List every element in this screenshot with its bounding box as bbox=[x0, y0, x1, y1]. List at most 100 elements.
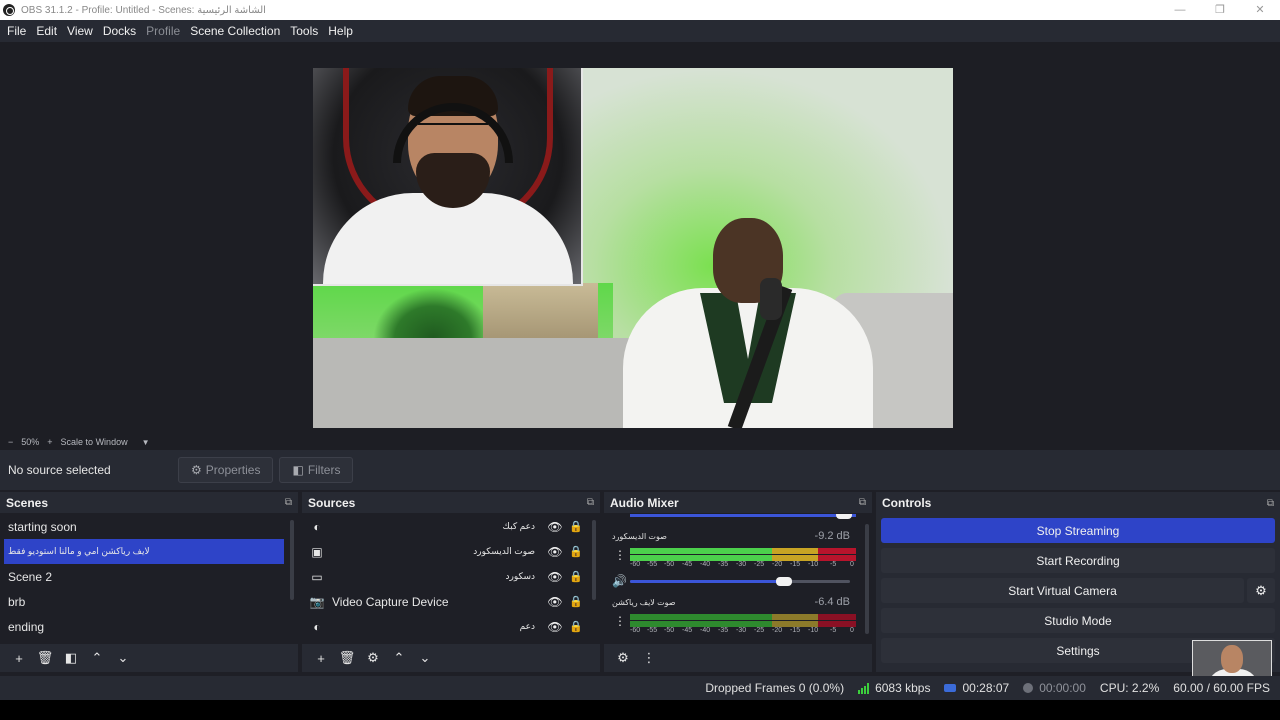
tick-label: 0 bbox=[850, 627, 854, 634]
channel-menu-icon[interactable]: ⋮ bbox=[614, 614, 626, 628]
undock-icon[interactable]: ⧉ bbox=[285, 497, 292, 508]
source-item[interactable]: 📷 Video Capture Device 👁 🔒 bbox=[302, 589, 587, 614]
close-button[interactable]: ✕ bbox=[1240, 0, 1280, 20]
lock-icon[interactable]: 🔒 bbox=[565, 595, 587, 608]
scale-mode-dropdown-icon[interactable]: ▼ bbox=[142, 438, 150, 447]
scenes-title: Scenes bbox=[6, 495, 49, 510]
record-time-item: 00:00:00 bbox=[1023, 681, 1086, 695]
source-properties-bar: No source selected ⚙ Properties ◧ Filter… bbox=[0, 450, 1280, 490]
prev-channel-slider[interactable] bbox=[630, 514, 856, 517]
remove-source-button[interactable]: 🗑 bbox=[334, 650, 360, 666]
remove-scene-button[interactable]: 🗑 bbox=[32, 650, 58, 666]
stop-streaming-button[interactable]: Stop Streaming bbox=[881, 518, 1275, 543]
tick-label: 0 bbox=[850, 561, 854, 568]
source-item[interactable]: ▭ دسكورد 👁 🔒 bbox=[302, 564, 587, 589]
scenes-list: starting soon لايف رياكشن امي و مالنا اس… bbox=[0, 514, 298, 644]
source-item[interactable]: ◐ دعم 👁 🔒 bbox=[302, 614, 587, 639]
visibility-eye-icon[interactable]: 👁 bbox=[545, 570, 565, 584]
studio-mode-button[interactable]: Studio Mode bbox=[881, 608, 1275, 633]
source-item[interactable]: ▣ صوت الديسكورد 👁 🔒 bbox=[302, 539, 587, 564]
zoom-out-button[interactable]: − bbox=[8, 437, 13, 447]
scale-mode-label[interactable]: Scale to Window bbox=[61, 437, 128, 447]
menu-help[interactable]: Help bbox=[323, 24, 358, 38]
meter-red bbox=[818, 548, 856, 554]
move-source-up-button[interactable]: ⌃ bbox=[386, 650, 412, 666]
properties-button[interactable]: ⚙ Properties bbox=[178, 457, 274, 483]
menu-file[interactable]: File bbox=[2, 24, 31, 38]
preview-canvas[interactable] bbox=[313, 68, 953, 428]
move-scene-down-button[interactable]: ⌄ bbox=[110, 650, 136, 666]
start-virtual-camera-button[interactable]: Start Virtual Camera bbox=[881, 578, 1244, 603]
scene-item-active[interactable]: لايف رياكشن امي و مالنا استوديو فقط bbox=[4, 539, 284, 564]
add-source-button[interactable]: + bbox=[308, 651, 334, 666]
tick-label: -5 bbox=[830, 561, 837, 568]
level-meter bbox=[630, 548, 856, 554]
visibility-eye-icon[interactable]: 👁 bbox=[545, 595, 565, 609]
channel-name: صوت لايف رياكشن bbox=[612, 598, 676, 607]
tick-label: -45 bbox=[682, 627, 693, 634]
gear-icon: ⚙ bbox=[191, 463, 202, 477]
scenes-toolbar: + 🗑 ◧ ⌃ ⌄ bbox=[0, 644, 298, 672]
channel-db: -6.4 dB bbox=[814, 596, 850, 608]
preview-area[interactable] bbox=[0, 42, 1280, 434]
maximize-button[interactable]: ❐ bbox=[1200, 0, 1240, 20]
lock-icon[interactable]: 🔒 bbox=[565, 570, 587, 583]
lock-icon[interactable]: 🔒 bbox=[565, 545, 587, 558]
move-scene-up-button[interactable]: ⌃ bbox=[84, 650, 110, 666]
volume-slider[interactable] bbox=[630, 577, 850, 586]
undock-icon[interactable]: ⧉ bbox=[1267, 498, 1274, 509]
display-capture-icon: ▭ bbox=[311, 569, 323, 584]
source-properties-button[interactable]: ⚙ bbox=[360, 650, 386, 666]
menu-bar: File Edit View Docks Profile Scene Colle… bbox=[0, 20, 1280, 42]
tick-label: -30 bbox=[736, 627, 747, 634]
lock-icon[interactable]: 🔒 bbox=[565, 520, 587, 533]
tick-label: -10 bbox=[808, 627, 819, 634]
scene-item[interactable]: brb bbox=[0, 589, 284, 614]
meter-ticks: -60 -55 -50 -45 -40 -35 -30 -25 -20 -15 … bbox=[630, 561, 856, 571]
volume-knob[interactable] bbox=[776, 577, 792, 586]
visibility-eye-icon[interactable]: 👁 bbox=[545, 520, 565, 534]
visibility-eye-icon[interactable]: 👁 bbox=[545, 545, 565, 559]
tick-label: -40 bbox=[700, 561, 711, 568]
menu-tools[interactable]: Tools bbox=[285, 24, 323, 38]
scene-filters-button[interactable]: ◧ bbox=[58, 650, 84, 666]
move-source-down-button[interactable]: ⌄ bbox=[412, 650, 438, 666]
scenes-scrollbar[interactable] bbox=[290, 520, 294, 600]
visibility-eye-icon[interactable]: 👁 bbox=[545, 620, 565, 634]
audio-mixer-toolbar: ⚙ ⋮ bbox=[604, 644, 872, 672]
minimize-button[interactable]: — bbox=[1160, 0, 1200, 20]
start-recording-button[interactable]: Start Recording bbox=[881, 548, 1275, 573]
undock-icon[interactable]: ⧉ bbox=[859, 497, 866, 508]
mixer-menu-button[interactable]: ⋮ bbox=[636, 650, 662, 666]
channel-menu-icon[interactable]: ⋮ bbox=[614, 548, 626, 562]
advanced-audio-button[interactable]: ⚙ bbox=[610, 650, 636, 666]
menu-profile[interactable]: Profile bbox=[141, 24, 185, 38]
filters-button[interactable]: ◧ Filters bbox=[279, 457, 354, 483]
scenes-dock: Scenes ⧉ starting soon لايف رياكشن امي و… bbox=[0, 492, 298, 672]
mixer-scrollbar[interactable] bbox=[865, 524, 869, 634]
sources-title: Sources bbox=[308, 495, 356, 510]
zoom-in-button[interactable]: + bbox=[47, 437, 52, 447]
menu-edit[interactable]: Edit bbox=[31, 24, 62, 38]
scene-item[interactable]: starting soon bbox=[0, 514, 284, 539]
source-name: دعم كبك bbox=[502, 521, 535, 531]
properties-label: Properties bbox=[205, 463, 261, 477]
scene-item[interactable]: ending bbox=[0, 614, 284, 639]
menu-view[interactable]: View bbox=[62, 24, 98, 38]
lock-icon[interactable]: 🔒 bbox=[565, 620, 587, 633]
filters-label: Filters bbox=[307, 463, 341, 477]
menu-docks[interactable]: Docks bbox=[98, 24, 141, 38]
tick-label: -5 bbox=[830, 627, 837, 634]
prev-channel-knob[interactable] bbox=[836, 514, 852, 519]
speaker-icon[interactable]: 🔊 bbox=[612, 574, 627, 588]
source-item[interactable]: ◐ دعم كبك 👁 🔒 bbox=[302, 514, 587, 539]
sources-scrollbar[interactable] bbox=[592, 520, 596, 600]
menu-scene-collection[interactable]: Scene Collection bbox=[185, 24, 285, 38]
undock-icon[interactable]: ⧉ bbox=[587, 497, 594, 508]
obs-logo-icon bbox=[3, 4, 15, 16]
channel-db: -9.2 dB bbox=[814, 530, 850, 542]
scene-item[interactable]: Scene 2 bbox=[0, 564, 284, 589]
virtual-camera-settings-gear-icon[interactable]: ⚙ bbox=[1247, 578, 1275, 603]
scenes-header: Scenes ⧉ bbox=[0, 492, 298, 514]
add-scene-button[interactable]: + bbox=[6, 651, 32, 666]
